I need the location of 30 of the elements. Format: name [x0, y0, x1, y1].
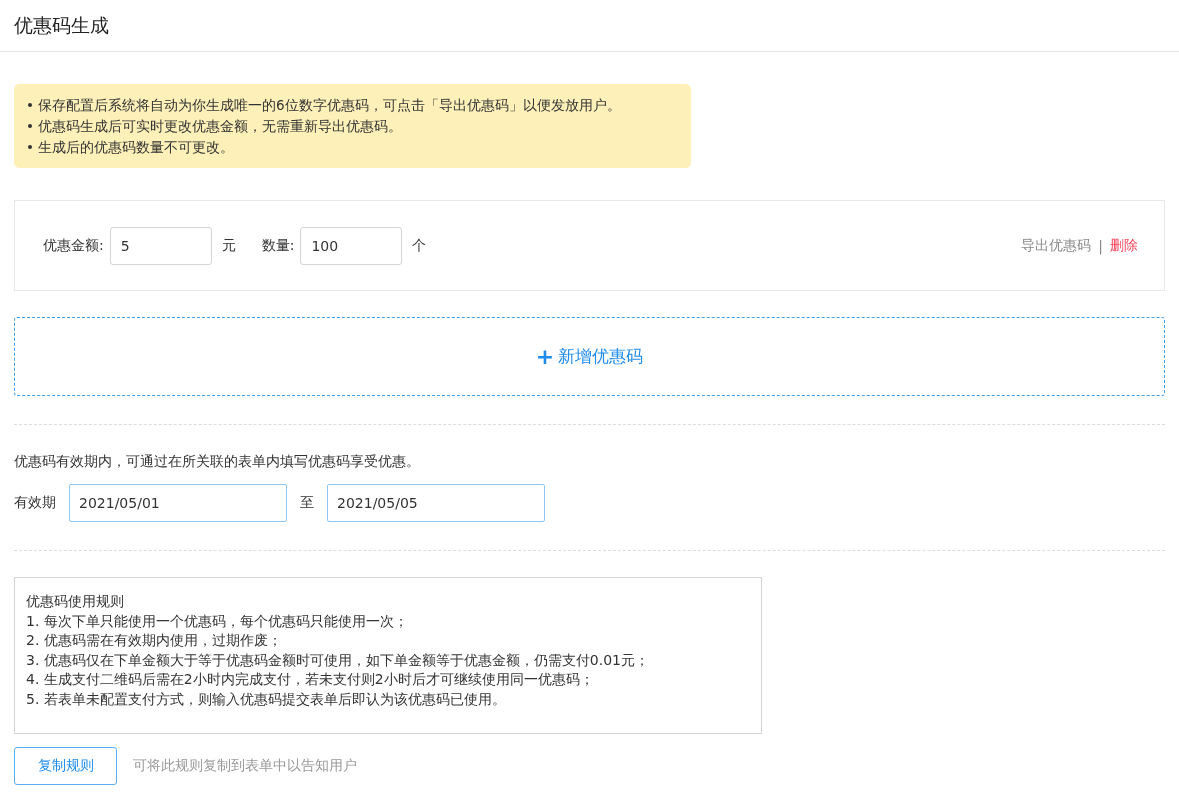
amount-label: 优惠金额: [43, 236, 104, 255]
to-label: 至 [300, 494, 314, 512]
count-label: 数量: [261, 236, 295, 255]
validity-description: 优惠码有效期内，可通过在所关联的表单内填写优惠码享受优惠。 [14, 453, 421, 471]
amount-input[interactable]: 5 [109, 226, 212, 265]
rule-text: 1. 每次下单只能使用一个优惠码，每个优惠码只能使用一次； [26, 611, 409, 631]
rules-title: 优惠码使用规则 [26, 592, 125, 611]
rule-text: 2. 优惠码需在有效期内使用，过期作废； [26, 631, 283, 650]
bullet-icon [28, 124, 32, 128]
count-unit: 个 [412, 236, 427, 255]
validity-label: 有效期 [14, 494, 56, 512]
notice-text: 优惠码生成后可实时更改优惠金额，无需重新导出优惠码。 [38, 117, 402, 135]
start-date-input[interactable]: 2021/05/01 [69, 484, 287, 522]
count-input[interactable]: 100 [300, 226, 403, 265]
copy-rules-button[interactable]: 复制规则 [14, 747, 117, 785]
rule-text: 5. 若表单未配置支付方式，则输入优惠码提交表单后即认为该优惠码已使用。 [26, 689, 507, 709]
amount-unit: 元 [221, 236, 236, 255]
export-link[interactable]: 导出优惠码 [1021, 236, 1092, 255]
rule-text: 3. 优惠码仅在下单金额大于等于优惠码金额时可使用，如下单金额等于优惠金额，仍需支付0.01元； [26, 650, 650, 670]
bullet-icon [28, 103, 32, 107]
bullet-icon [28, 145, 32, 149]
end-date-input[interactable]: 2021/05/05 [327, 484, 545, 522]
page-title: 优惠码生成 [14, 12, 109, 38]
delete-link[interactable]: 删除 [1110, 236, 1138, 255]
notice-text: 生成后的优惠码数量不可更改。 [38, 138, 234, 156]
link-separator: | [1098, 237, 1103, 254]
copy-hint: 可将此规则复制到表单中以告知用户 [133, 757, 357, 775]
notice-text: 保存配置后系统将自动为你生成唯一的6位数字优惠码，可点击「导出优惠码」以便发放用户。 [38, 96, 621, 114]
add-coupon-button[interactable]: + 新增优惠码 [14, 317, 1165, 396]
rule-text: 4. 生成支付二维码后需在2小时内完成支付，若未支付则2小时后才可继续使用同一优惠码； [26, 670, 595, 689]
